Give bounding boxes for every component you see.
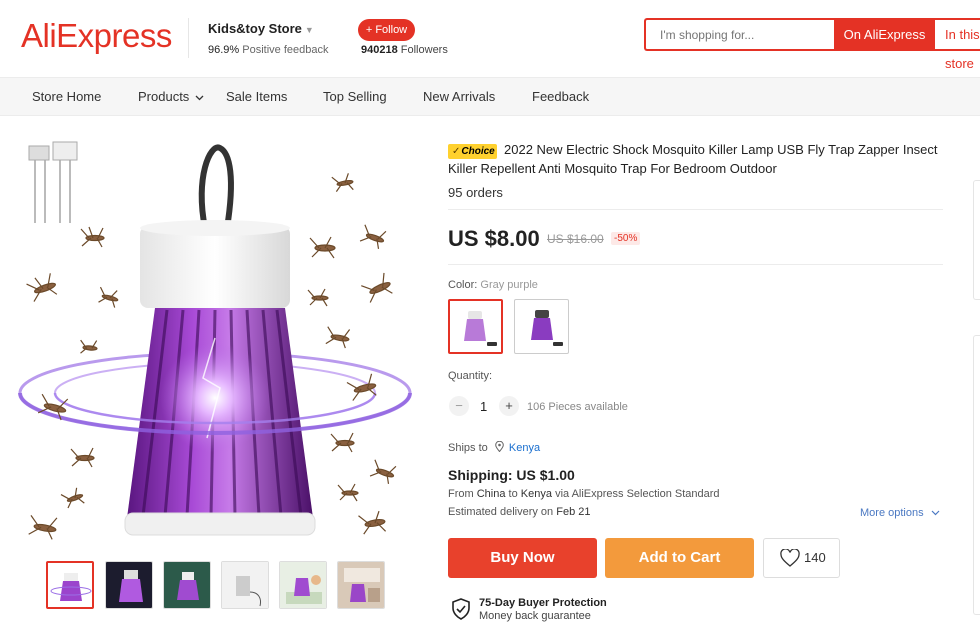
search-in-store-button[interactable]: In this store [935, 18, 980, 71]
followers-count: 940218 [361, 44, 398, 56]
nav-top-selling[interactable]: Top Selling [323, 89, 387, 104]
side-panel-edge [973, 335, 980, 615]
nav-sale-items[interactable]: Sale Items [226, 89, 287, 104]
divider [448, 209, 943, 210]
ship-via: via AliExpress Selection Standard [555, 488, 720, 500]
product-title: 2022 New Electric Shock Mosquito Killer … [448, 142, 938, 176]
product-main-image[interactable] [15, 138, 425, 548]
original-price: US $16.00 [547, 232, 604, 246]
shield-check-icon [452, 598, 470, 620]
feedback-value: 96.9% [208, 44, 240, 56]
thumbnail-6[interactable] [337, 561, 385, 609]
divider [448, 264, 943, 265]
wishlist-button[interactable]: 140 [763, 538, 840, 578]
ship-from-prefix: From [448, 488, 474, 500]
nav-new-arrivals[interactable]: New Arrivals [423, 89, 495, 104]
chevron-down-icon[interactable] [931, 510, 940, 516]
nav-store-home[interactable]: Store Home [32, 89, 101, 104]
discount-badge: -50% [611, 232, 641, 245]
choice-badge: ✓Choice [448, 144, 497, 159]
heart-icon[interactable] [780, 549, 800, 567]
color-label: Color: Gray purple [448, 279, 538, 291]
store-name[interactable]: Kids&toy Store ▼ [208, 21, 314, 36]
thumbnail-3[interactable] [163, 561, 211, 609]
store-feedback: 96.9% Positive feedback [208, 44, 328, 56]
wishlist-count: 140 [804, 550, 826, 565]
nav-products[interactable]: Products [138, 89, 204, 104]
current-price: US $8.00 [448, 226, 540, 251]
header: AliExpress Kids&toy Store ▼ 96.9% Positiv… [0, 0, 980, 78]
location-pin-icon [495, 440, 504, 453]
delivery-date: Feb 21 [556, 506, 591, 518]
feedback-label: Positive feedback [242, 44, 329, 56]
nav-feedback[interactable]: Feedback [532, 89, 589, 104]
buyer-protection-title: 75-Day Buyer Protection [479, 597, 607, 609]
aliexpress-logo[interactable]: AliExpress [21, 17, 172, 55]
follow-button[interactable]: + Follow [358, 19, 415, 41]
add-to-cart-button[interactable]: Add to Cart [605, 538, 754, 578]
ship-to: Kenya [520, 488, 552, 500]
search-on-aliexpress-button[interactable]: On AliExpress [834, 18, 935, 51]
color-swatch-gray-purple[interactable] [448, 299, 503, 354]
check-icon: ✓ [452, 146, 461, 157]
followers-label: Followers [400, 44, 448, 56]
search-bar: On AliExpress In this store [644, 18, 980, 71]
chevron-down-icon[interactable] [195, 95, 204, 101]
delivery-prefix: Estimated delivery on [448, 506, 554, 518]
quantity-available: 106 Pieces available [527, 401, 628, 413]
chevron-down-icon[interactable]: ▼ [305, 25, 314, 35]
side-panel-edge [973, 180, 980, 300]
followers: 940218 Followers [361, 44, 448, 56]
thumbnail-2[interactable] [105, 561, 153, 609]
store-name-text[interactable]: Kids&toy Store [208, 21, 302, 36]
buy-now-button[interactable]: Buy Now [448, 538, 597, 578]
quantity-increase-button[interactable]: + [499, 396, 519, 416]
orders-count: 95 orders [448, 185, 503, 200]
color-value: Gray purple [480, 279, 538, 291]
thumbnail-4[interactable] [221, 561, 269, 609]
ship-from: China [476, 488, 506, 500]
ships-to-label: Ships to [448, 442, 488, 454]
quantity-label: Quantity: [448, 370, 493, 382]
choice-badge-label: Choice [461, 146, 495, 157]
estimated-delivery: Estimated delivery on Feb 21 [448, 506, 590, 518]
thumbnail-5[interactable] [279, 561, 327, 609]
store-nav: Store Home Products Sale Items Top Selli… [0, 77, 980, 116]
shipping-cost: Shipping: US $1.00 [448, 467, 575, 483]
nav-products-label[interactable]: Products [138, 89, 189, 104]
buyer-protection-subtitle: Money back guarantee [479, 610, 591, 622]
logo-divider [188, 18, 189, 58]
more-options-link[interactable]: More options [860, 507, 940, 519]
color-swatch-black-purple[interactable] [514, 299, 569, 354]
search-input[interactable] [646, 20, 833, 49]
ship-to-prefix: to [508, 488, 518, 500]
ships-to: Ships to Kenya [448, 440, 540, 454]
quantity-value[interactable]: 1 [480, 399, 487, 414]
more-options-label[interactable]: More options [860, 507, 924, 519]
ships-to-country-link[interactable]: Kenya [509, 442, 540, 454]
quantity-decrease-button[interactable]: − [449, 396, 469, 416]
color-label-text: Color: [448, 279, 478, 291]
shipping-route: From China to Kenya via AliExpress Selec… [448, 488, 720, 500]
thumbnail-1[interactable] [46, 561, 94, 609]
